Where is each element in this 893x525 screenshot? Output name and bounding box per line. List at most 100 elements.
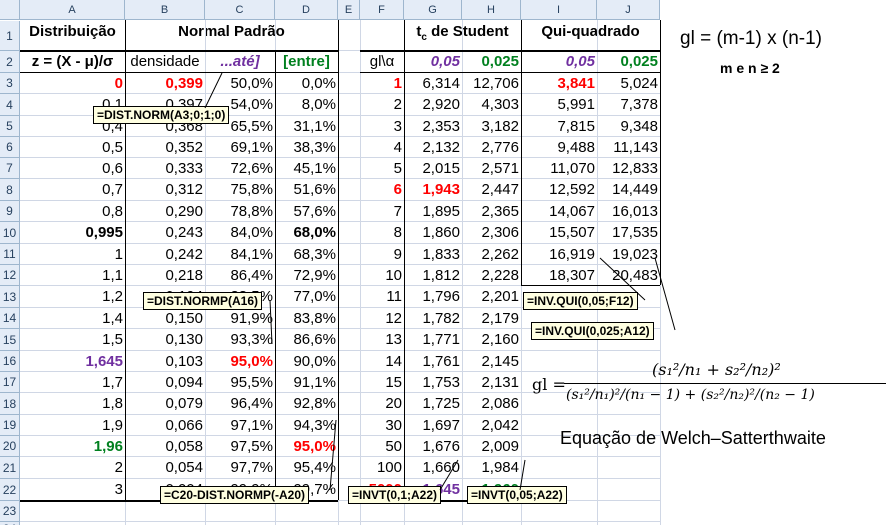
cell-a20[interactable]: 1,96 — [20, 436, 125, 457]
cell-c18[interactable]: 96,4% — [205, 393, 275, 415]
cell-h5[interactable]: 3,182 — [462, 116, 521, 137]
cell-f16[interactable]: 14 — [360, 351, 404, 372]
cell-j21[interactable] — [597, 457, 660, 479]
cell-g20[interactable]: 1,676 — [404, 436, 462, 457]
cell-c10[interactable]: 84,0% — [205, 222, 275, 244]
cell-f12[interactable]: 10 — [360, 265, 404, 286]
cell-g19[interactable]: 1,697 — [404, 415, 462, 436]
cell-j5[interactable]: 9,348 — [597, 116, 660, 137]
cell-g3[interactable]: 6,314 — [404, 73, 462, 94]
cell-g15[interactable]: 1,771 — [404, 329, 462, 351]
cell-b20[interactable]: 0,058 — [125, 436, 205, 457]
row-header-1[interactable]: 1 — [0, 21, 20, 51]
column-header-j[interactable]: J — [597, 0, 660, 20]
cell-d10[interactable]: 68,0% — [275, 222, 338, 244]
cell-i4[interactable]: 5,991 — [521, 94, 597, 116]
cell-g18[interactable]: 1,725 — [404, 393, 462, 415]
cell-g6[interactable]: 2,132 — [404, 137, 462, 158]
row-header-21[interactable]: 21 — [0, 457, 20, 479]
cell-d7[interactable]: 45,1% — [275, 158, 338, 179]
cell-i21[interactable] — [521, 457, 597, 479]
cell-a9[interactable]: 0,8 — [20, 201, 125, 222]
cell-f18[interactable]: 20 — [360, 393, 404, 415]
cell-f21[interactable]: 100 — [360, 457, 404, 479]
cell-a17[interactable]: 1,7 — [20, 372, 125, 393]
cell-j3[interactable]: 5,024 — [597, 73, 660, 94]
cell-b16[interactable]: 0,103 — [125, 351, 205, 372]
cell-b7[interactable]: 0,333 — [125, 158, 205, 179]
cell-i11[interactable]: 16,919 — [521, 244, 597, 265]
cell-c9[interactable]: 78,8% — [205, 201, 275, 222]
cell-j22[interactable] — [597, 479, 660, 501]
cell-d19[interactable]: 94,3% — [275, 415, 338, 436]
cell-a22[interactable]: 3 — [20, 479, 125, 501]
cell-f20[interactable]: 50 — [360, 436, 404, 457]
cell-c7[interactable]: 72,6% — [205, 158, 275, 179]
header-alpha-005[interactable]: 0,05 — [404, 51, 462, 73]
cell-f5[interactable]: 3 — [360, 116, 404, 137]
cell-a18[interactable]: 1,8 — [20, 393, 125, 415]
cell-c12[interactable]: 86,4% — [205, 265, 275, 286]
cell-h19[interactable]: 2,042 — [462, 415, 521, 436]
cell-f9[interactable]: 7 — [360, 201, 404, 222]
cell-b18[interactable]: 0,079 — [125, 393, 205, 415]
cell-a13[interactable]: 1,2 — [20, 286, 125, 308]
cell-c16[interactable]: 95,0% — [205, 351, 275, 372]
cell-f13[interactable]: 11 — [360, 286, 404, 308]
row-header-7[interactable]: 7 — [0, 158, 20, 179]
cell-g21[interactable]: 1,660 — [404, 457, 462, 479]
cell-g4[interactable]: 2,920 — [404, 94, 462, 116]
cell-g12[interactable]: 1,812 — [404, 265, 462, 286]
cell-b12[interactable]: 0,218 — [125, 265, 205, 286]
cell-h14[interactable]: 2,179 — [462, 308, 521, 329]
cell-d3[interactable]: 0,0% — [275, 73, 338, 94]
cell-b17[interactable]: 0,094 — [125, 372, 205, 393]
column-header-h[interactable]: H — [462, 0, 521, 20]
row-header-5[interactable]: 5 — [0, 116, 20, 137]
cell-g13[interactable]: 1,796 — [404, 286, 462, 308]
cell-i3[interactable]: 3,841 — [521, 73, 597, 94]
cell-a14[interactable]: 1,4 — [20, 308, 125, 329]
cell-j4[interactable]: 7,378 — [597, 94, 660, 116]
cell-f6[interactable]: 4 — [360, 137, 404, 158]
cell-h3[interactable]: 12,706 — [462, 73, 521, 94]
row-header-22[interactable]: 22 — [0, 479, 20, 501]
cell-b8[interactable]: 0,312 — [125, 179, 205, 201]
row-header-14[interactable]: 14 — [0, 308, 20, 329]
cell-d11[interactable]: 68,3% — [275, 244, 338, 265]
cell-j10[interactable]: 17,535 — [597, 222, 660, 244]
cell-f7[interactable]: 5 — [360, 158, 404, 179]
cell-c14[interactable]: 91,9% — [205, 308, 275, 329]
cell-a19[interactable]: 1,9 — [20, 415, 125, 436]
cell-g16[interactable]: 1,761 — [404, 351, 462, 372]
column-header-b[interactable]: B — [125, 0, 205, 20]
cell-d16[interactable]: 90,0% — [275, 351, 338, 372]
header-qui-005[interactable]: 0,05 — [521, 51, 597, 73]
cell-h20[interactable]: 2,009 — [462, 436, 521, 457]
cell-a11[interactable]: 1 — [20, 244, 125, 265]
cell-h10[interactable]: 2,306 — [462, 222, 521, 244]
cell-f3[interactable]: 1 — [360, 73, 404, 94]
header-distribuicao[interactable]: Distribuição — [20, 21, 125, 51]
cell-i8[interactable]: 12,592 — [521, 179, 597, 201]
cell-b21[interactable]: 0,054 — [125, 457, 205, 479]
header-z-formula[interactable]: z = (X - μ)/σ — [20, 51, 125, 73]
cell-j11[interactable]: 19,023 — [597, 244, 660, 265]
cell-a12[interactable]: 1,1 — [20, 265, 125, 286]
column-header-d[interactable]: D — [275, 0, 338, 20]
cell-h21[interactable]: 1,984 — [462, 457, 521, 479]
cell-f10[interactable]: 8 — [360, 222, 404, 244]
cell-g9[interactable]: 1,895 — [404, 201, 462, 222]
cell-a3[interactable]: 0 — [20, 73, 125, 94]
cell-a10[interactable]: 0,995 — [20, 222, 125, 244]
cell-g17[interactable]: 1,753 — [404, 372, 462, 393]
cell-i5[interactable]: 7,815 — [521, 116, 597, 137]
cell-i9[interactable]: 14,067 — [521, 201, 597, 222]
row-header-8[interactable]: 8 — [0, 179, 20, 201]
cell-d4[interactable]: 8,0% — [275, 94, 338, 116]
header-normal-padrao[interactable]: Normal Padrão — [125, 21, 338, 51]
cell-j6[interactable]: 11,143 — [597, 137, 660, 158]
cell-d21[interactable]: 95,4% — [275, 457, 338, 479]
cell-h7[interactable]: 2,571 — [462, 158, 521, 179]
cell-d18[interactable]: 92,8% — [275, 393, 338, 415]
